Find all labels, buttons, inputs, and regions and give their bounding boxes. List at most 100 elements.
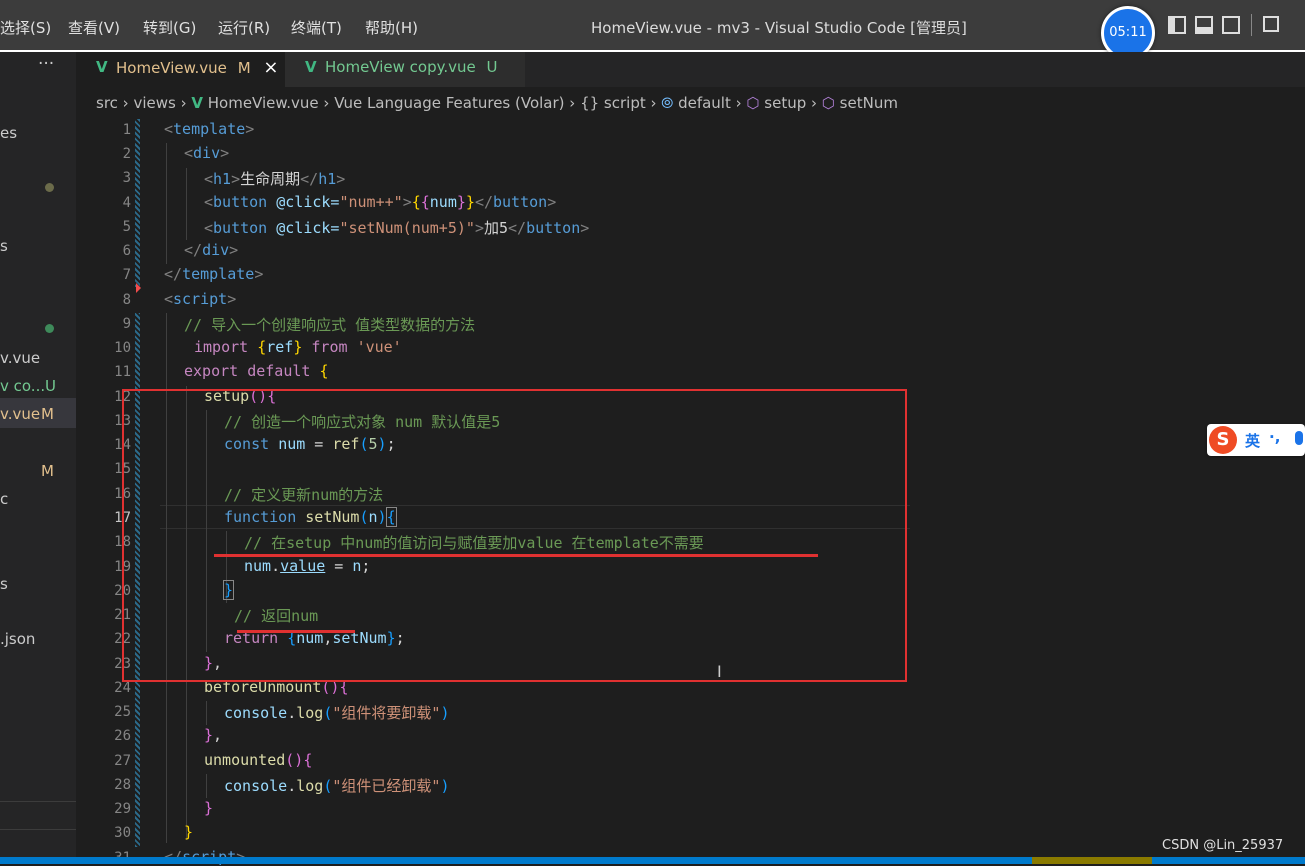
h1-text: 生命周期 [240, 170, 301, 188]
tab-homeview[interactable]: V HomeView.vue M × [76, 52, 285, 87]
menu-help[interactable]: 帮助(H) [365, 17, 418, 38]
breadcrumb-item[interactable]: src [96, 94, 118, 112]
customize-layout-icon[interactable] [1263, 16, 1279, 32]
modified-dot-icon [45, 183, 54, 192]
log-string: "组件将要卸载" [332, 704, 441, 722]
code-line: export default { [184, 362, 329, 380]
explorer-item[interactable]: v.vue [0, 405, 40, 423]
indent-guide [206, 774, 207, 798]
breadcrumb: src › views › V HomeView.vue › Vue Langu… [96, 94, 898, 112]
line-number: 6 [122, 243, 131, 259]
ime-mode[interactable]: 英 [1245, 430, 1260, 451]
vue-file-icon: V [96, 58, 108, 76]
line-number: 8 [122, 292, 131, 308]
annotation-box [122, 389, 907, 682]
line-number: 11 [114, 364, 131, 380]
annotation-underline [237, 630, 355, 633]
breadcrumb-item[interactable]: setNum [840, 94, 898, 112]
line-number: 1 [122, 122, 131, 138]
breadcrumb-item[interactable]: Vue Language Features (Volar) [334, 94, 564, 112]
import-source: 'vue' [356, 338, 402, 356]
toggle-panel-icon[interactable] [1195, 16, 1213, 34]
sidebar-divider [0, 829, 76, 830]
breadcrumb-item[interactable]: HomeView.vue [208, 94, 319, 112]
explorer-item[interactable]: es [0, 124, 17, 142]
line-number: 7 [122, 267, 131, 283]
indent-guide [166, 143, 167, 264]
menu-go[interactable]: 转到(G) [143, 17, 196, 38]
explorer-item[interactable]: v.vue [0, 349, 40, 367]
explorer-item[interactable]: v co... [0, 377, 45, 395]
line-number: 10 [114, 340, 131, 356]
code-line: } [204, 799, 214, 817]
git-deleted-marker [136, 283, 141, 293]
code-line: import {ref} from 'vue' [194, 338, 402, 356]
line-number: 25 [114, 704, 131, 720]
code-line: console.log("组件已经卸载") [224, 777, 450, 795]
indent-guide [186, 168, 187, 240]
explorer-item[interactable]: .json [0, 630, 35, 648]
git-modified-gutter [135, 119, 140, 287]
code-line: <template> [164, 120, 255, 138]
explorer-item[interactable]: s [0, 237, 8, 255]
menu-selection[interactable]: 选择(S) [0, 17, 51, 38]
breadcrumb-item[interactable]: {} script [580, 94, 646, 112]
code-line: </template> [164, 265, 264, 283]
breadcrumb-item[interactable]: setup [764, 94, 806, 112]
attr-value: "setNum(num+5)" [339, 219, 475, 237]
toggle-secondary-sidebar-icon[interactable] [1222, 16, 1240, 34]
line-number: 5 [122, 219, 131, 235]
line-number: 30 [114, 825, 131, 841]
untracked-dot-icon [45, 324, 54, 333]
method-icon: ⬡ [746, 94, 760, 112]
ime-punct[interactable]: ·, [1269, 428, 1280, 446]
modified-badge: M [41, 405, 54, 423]
tab-label: HomeView.vue [116, 59, 227, 77]
indent-guide [206, 701, 207, 725]
breadcrumb-item[interactable]: default [678, 94, 731, 112]
explorer-item[interactable]: c [0, 490, 8, 508]
method-icon: ⬡ [821, 94, 835, 112]
code-line: } [184, 823, 194, 841]
menu-run[interactable]: 运行(R) [218, 17, 270, 38]
code-comment: // 导入一个创建响应式 值类型数据的方法 [184, 316, 476, 334]
window-title: HomeView.vue - mv3 - Visual Studio Code … [591, 19, 967, 37]
status-item[interactable] [1032, 857, 1152, 864]
breadcrumb-item[interactable]: views [133, 94, 175, 112]
sogou-logo-icon: S [1209, 426, 1237, 454]
code-line: <div> [184, 144, 230, 162]
line-number: 26 [114, 728, 131, 744]
code-line: </div> [184, 241, 239, 259]
menu-terminal[interactable]: 终端(T) [291, 17, 342, 38]
code-line: }, [204, 726, 223, 744]
more-actions-icon[interactable]: ··· [38, 54, 54, 74]
vue-file-icon: V [305, 58, 317, 76]
explorer-item[interactable]: s [0, 575, 8, 593]
line-number: 2 [122, 146, 131, 162]
sidebar-divider [0, 801, 76, 802]
line-number: 3 [122, 170, 131, 186]
module-icon: ⦾ [661, 94, 674, 112]
close-icon[interactable]: × [263, 57, 278, 78]
watermark: CSDN @Lin_25937 [1162, 838, 1284, 853]
code-line: <button @click="num++">{{num}}</button> [204, 193, 557, 211]
vue-file-icon: V [191, 94, 203, 112]
code-line: <h1>生命周期</h1> [204, 170, 346, 188]
ime-toolbar[interactable]: S 英 ·, [1207, 424, 1305, 456]
explorer-sidebar: ··· es s v.vue v co... U v.vue M M c s .… [0, 52, 76, 864]
line-number: 27 [114, 753, 131, 769]
modified-badge: M [41, 462, 54, 480]
tab-badge: M [237, 59, 251, 77]
tab-homeview-copy[interactable]: V HomeView copy.vue U [285, 52, 525, 87]
code-line: <button @click="setNum(num+5)">加5</butto… [204, 219, 590, 237]
toggle-primary-sidebar-icon[interactable] [1168, 16, 1186, 34]
log-string: "组件已经卸载" [332, 777, 441, 795]
attr-value: "num++" [339, 193, 403, 211]
tab-label: HomeView copy.vue [325, 58, 476, 76]
line-number: 29 [114, 801, 131, 817]
microphone-icon[interactable] [1295, 431, 1303, 445]
status-bar [0, 857, 1305, 864]
line-number: 24 [114, 680, 131, 696]
code-line: <script> [164, 290, 237, 308]
menu-view[interactable]: 查看(V) [68, 17, 120, 38]
